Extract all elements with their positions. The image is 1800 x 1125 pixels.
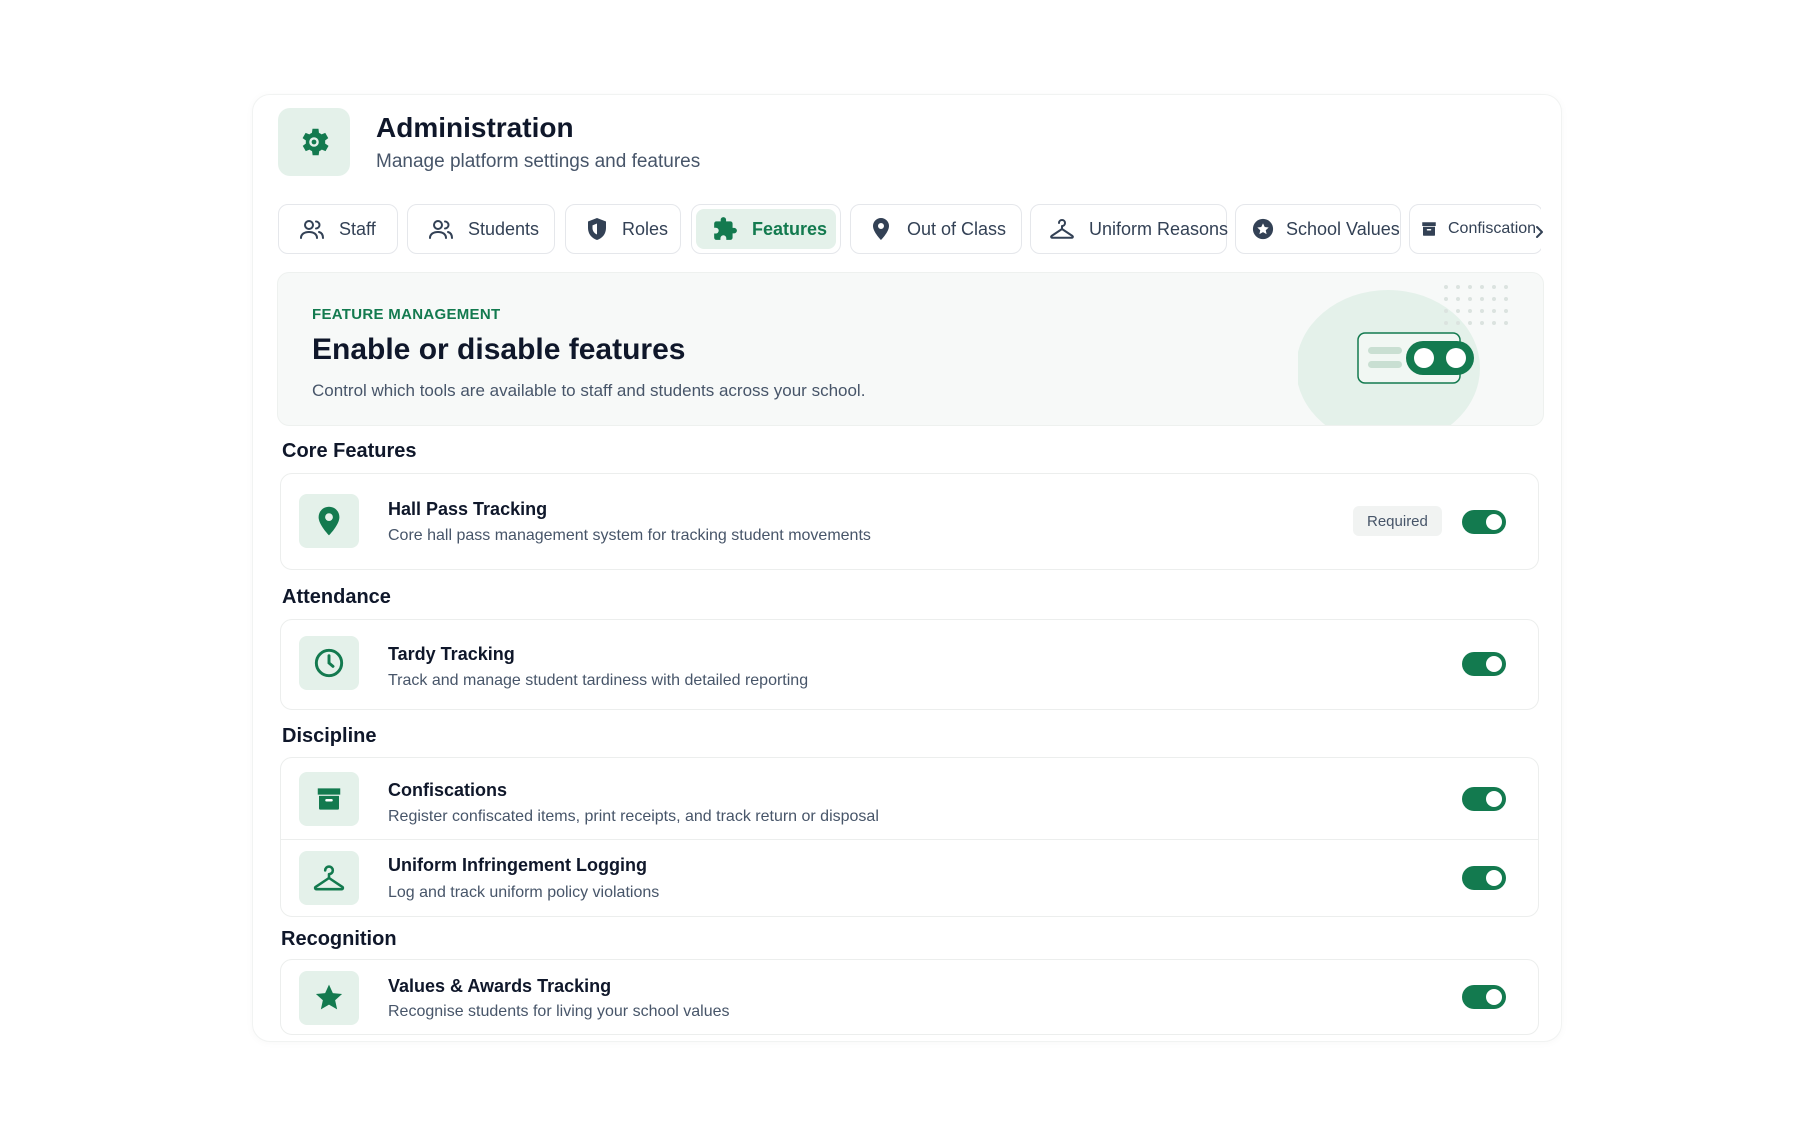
banner-title: Enable or disable features xyxy=(312,333,686,366)
feature-management-banner: FEATURE MANAGEMENT Enable or disable fea… xyxy=(277,272,1544,426)
users-icon xyxy=(299,218,325,240)
banner-description: Control which tools are available to sta… xyxy=(312,381,866,400)
feature-description: Track and manage student tardiness with … xyxy=(388,672,809,689)
tab-label: Confiscation xyxy=(1448,220,1537,237)
gear-icon xyxy=(302,128,329,156)
chevron-right-icon xyxy=(1536,226,1543,238)
feature-icon-box xyxy=(299,971,359,1025)
toggle-knob xyxy=(1486,656,1502,672)
tab-confiscation[interactable]: Confiscation xyxy=(1409,204,1541,254)
tabs-scroll-right-button[interactable] xyxy=(1534,224,1544,245)
tab-features[interactable]: Features xyxy=(691,204,841,254)
tab-students[interactable]: Students xyxy=(407,204,555,254)
tab-label: Students xyxy=(468,218,540,239)
hanger-icon xyxy=(1049,218,1075,240)
shield-icon xyxy=(586,217,608,241)
tab-label: Out of Class xyxy=(907,218,1007,239)
star-circle-icon xyxy=(1252,218,1274,240)
feature-toggle-values-awards[interactable] xyxy=(1462,985,1506,1009)
users-icon xyxy=(428,218,454,240)
star-icon xyxy=(315,984,343,1010)
feature-toggle-tardy[interactable] xyxy=(1462,652,1506,676)
feature-toggle-confiscations[interactable] xyxy=(1462,787,1506,811)
map-pin-icon xyxy=(318,506,340,536)
feature-icon-box xyxy=(299,772,359,826)
feature-description: Recognise students for living your schoo… xyxy=(388,1003,730,1020)
feature-description: Core hall pass management system for tra… xyxy=(388,527,871,544)
page-title: Administration xyxy=(376,112,574,143)
feature-row-uniform: Uniform Infringement Logging Log and tra… xyxy=(281,840,1538,916)
section-title-core: Core Features xyxy=(282,440,417,462)
banner-eyebrow: FEATURE MANAGEMENT xyxy=(312,306,501,323)
feature-description: Log and track uniform policy violations xyxy=(388,884,660,901)
toggle-knob xyxy=(1486,870,1502,886)
feature-name: Tardy Tracking xyxy=(388,644,515,664)
admin-header-icon xyxy=(278,108,350,176)
feature-name: Values & Awards Tracking xyxy=(388,976,612,996)
tab-label: Features xyxy=(752,218,828,239)
tab-out-of-class[interactable]: Out of Class xyxy=(850,204,1022,254)
feature-row-tardy: Tardy Tracking Track and manage student … xyxy=(281,620,1538,709)
toggle-illustration xyxy=(1298,285,1508,425)
feature-toggle-hall-pass[interactable] xyxy=(1462,510,1506,534)
toggle-knob xyxy=(1486,989,1502,1005)
hanger-icon xyxy=(313,865,345,891)
feature-card-core: Hall Pass Tracking Core hall pass manage… xyxy=(280,473,1539,570)
feature-icon-box xyxy=(299,494,359,548)
tab-label: School Values xyxy=(1286,218,1400,239)
feature-card-recognition: Values & Awards Tracking Recognise stude… xyxy=(280,959,1539,1035)
section-title-attendance: Attendance xyxy=(282,586,391,608)
toggle-knob xyxy=(1486,791,1502,807)
feature-name: Confiscations xyxy=(388,780,508,800)
tab-staff[interactable]: Staff xyxy=(278,204,398,254)
feature-row-hall-pass: Hall Pass Tracking Core hall pass manage… xyxy=(281,474,1538,569)
section-title-recognition: Recognition xyxy=(281,928,397,950)
admin-tabs: Staff Students Roles Features Out of Cla… xyxy=(278,204,1541,256)
feature-description: Register confiscated items, print receip… xyxy=(388,808,879,825)
tab-school-values[interactable]: School Values xyxy=(1235,204,1401,254)
toggle-knob xyxy=(1486,514,1502,530)
archive-icon xyxy=(1420,220,1438,238)
feature-icon-box xyxy=(299,636,359,690)
tab-uniform-reasons[interactable]: Uniform Reasons xyxy=(1030,204,1229,254)
tab-label: Uniform Reasons xyxy=(1089,218,1229,239)
tab-label: Roles xyxy=(622,218,669,239)
page-subtitle: Manage platform settings and features xyxy=(376,151,701,172)
map-pin-icon xyxy=(871,217,891,241)
archive-icon xyxy=(317,788,341,810)
feature-toggle-uniform[interactable] xyxy=(1462,866,1506,890)
tab-label: Staff xyxy=(339,218,376,239)
section-title-discipline: Discipline xyxy=(282,725,377,747)
feature-row-confiscations: Confiscations Register confiscated items… xyxy=(281,758,1538,839)
puzzle-icon xyxy=(712,216,738,242)
feature-card-discipline: Confiscations Register confiscated items… xyxy=(280,757,1539,917)
feature-name: Hall Pass Tracking xyxy=(388,499,548,519)
feature-card-attendance: Tardy Tracking Track and manage student … xyxy=(280,619,1539,710)
required-badge: Required xyxy=(1353,506,1442,536)
feature-row-values-awards: Values & Awards Tracking Recognise stude… xyxy=(281,960,1538,1034)
feature-icon-box xyxy=(299,851,359,905)
clock-icon xyxy=(314,648,344,678)
tab-roles[interactable]: Roles xyxy=(565,204,681,254)
feature-name: Uniform Infringement Logging xyxy=(388,855,647,875)
